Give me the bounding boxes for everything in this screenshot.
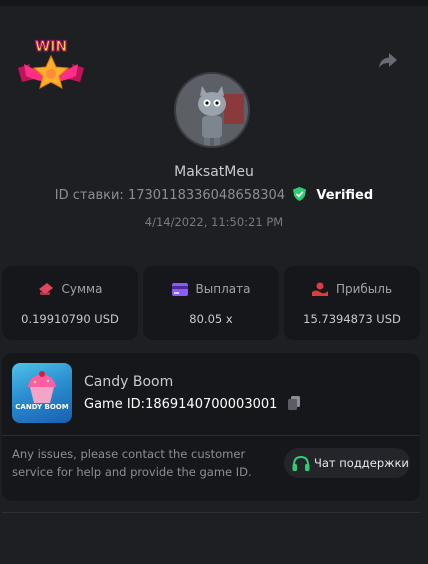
bet-id-label: ID ставки:: [54, 188, 124, 203]
profit-icon: [311, 282, 328, 296]
support-chat-button[interactable]: Чат поддержки: [284, 448, 410, 478]
stat-payout-value: 80.05 x: [189, 312, 233, 326]
game-thumbnail[interactable]: CANDY BOOM: [12, 363, 72, 423]
username: MaksatMeu: [174, 164, 254, 180]
badge-text: WIN: [35, 39, 67, 55]
bottom-divider: [2, 512, 420, 513]
share-icon[interactable]: [376, 48, 400, 72]
verified-label: Verified: [316, 188, 374, 203]
copy-icon[interactable]: [287, 396, 300, 410]
avatar: [174, 72, 250, 148]
stat-profit-value: 15.7394873 USD: [303, 312, 401, 326]
game-id-row: Game ID:1869140700003001: [84, 396, 300, 412]
stat-card-profit: Прибыль 15.7394873 USD: [284, 266, 420, 340]
cupcake-icon: [28, 371, 56, 403]
stat-amount-value: 0.19910790 USD: [21, 312, 119, 326]
card-icon: [171, 283, 188, 296]
stats-row: Сумма 0.19910790 USD Выплата 80.05 x При…: [2, 266, 420, 340]
game-thumb-text: CANDY BOOM: [15, 403, 69, 411]
stat-label-profit: Прибыль: [284, 282, 420, 296]
game-id-label: Game ID:: [84, 397, 146, 412]
money-icon: [38, 283, 53, 295]
stat-label-payout: Выплата: [143, 282, 279, 296]
shield-check-icon: [293, 187, 307, 201]
stat-card-payout: Выплата 80.05 x: [143, 266, 279, 340]
headset-icon: [292, 455, 310, 471]
support-chat-label: Чат поддержки: [314, 456, 409, 470]
game-name: Candy Boom: [84, 374, 174, 390]
stat-label-amount: Сумма: [2, 282, 138, 296]
game-card: CANDY BOOM Candy Boom Game ID:1869140700…: [2, 353, 420, 501]
stat-amount-label: Сумма: [61, 282, 103, 296]
bet-id-row: ID ставки: 1730118336048658304 Verified: [0, 187, 428, 203]
win-badge-icon: WIN: [18, 38, 84, 89]
stat-card-amount: Сумма 0.19910790 USD: [2, 266, 138, 340]
issue-text: Any issues, please contact the customer …: [12, 447, 252, 479]
bet-id-value: 1730118336048658304: [127, 188, 286, 203]
game-id-value: 1869140700003001: [145, 397, 278, 412]
stat-payout-label: Выплата: [195, 282, 251, 296]
avatar-cat-icon: [176, 74, 248, 146]
bet-header: WIN MaksatMeu ID ставки: 173011833604865…: [0, 6, 428, 256]
card-divider: [2, 435, 420, 436]
bet-datetime: 4/14/2022, 11:50:21 PM: [144, 215, 284, 229]
stat-profit-label: Прибыль: [335, 282, 393, 296]
